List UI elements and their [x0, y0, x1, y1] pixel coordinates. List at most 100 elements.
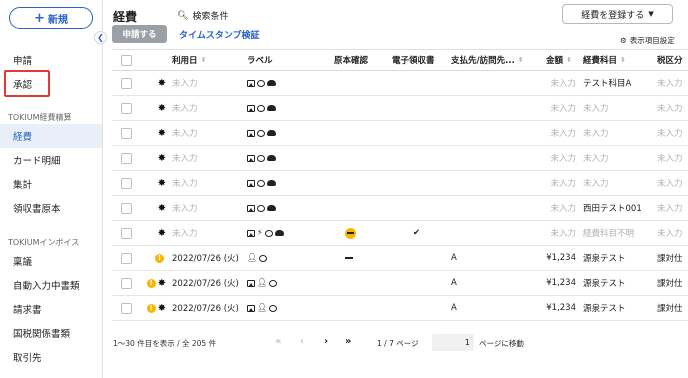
sidebar-item-apply[interactable]: 申請 — [0, 48, 102, 72]
row-status: ✸ — [142, 171, 166, 195]
plus-icon: + — [34, 10, 45, 26]
cloud-icon — [267, 155, 276, 161]
image-icon — [247, 229, 255, 237]
cell-category: 未入力 — [583, 179, 609, 189]
col-original: 原本確認 — [334, 56, 369, 66]
sidebar-item-expense[interactable]: 経費 — [0, 124, 102, 148]
sidebar-item-autoinput[interactable]: 自動入力中書類 — [0, 273, 102, 297]
table-row[interactable]: ! ✸ 2022/07/26 (火) 👤︎ A ¥1,234 源泉テスト 課対仕 — [112, 271, 688, 296]
row-checkbox[interactable] — [121, 127, 132, 139]
cell-labels: 👤︎ — [247, 296, 278, 320]
select-all-checkbox[interactable] — [121, 54, 132, 66]
cell-amount: 未入力 — [550, 79, 576, 89]
row-checkbox[interactable] — [121, 152, 132, 164]
cell-labels — [247, 71, 276, 95]
image-icon — [247, 129, 255, 137]
col-category[interactable]: 経費科目 ⬍ — [583, 50, 626, 70]
row-status: ! ✸ — [142, 296, 166, 320]
row-checkbox[interactable] — [121, 277, 132, 289]
main-content: 経費 🔍︎ 検索条件 経費を登録する ▼ 申請する タイムスタンプ検証 ⚙ 表示… — [104, 0, 688, 378]
cell-tax: 未入力 — [657, 154, 683, 164]
table-row[interactable]: ✸ 未入力 未入力 未入力 未入力 — [112, 96, 688, 121]
comment-icon — [269, 304, 278, 312]
cell-date: 未入力 — [172, 129, 198, 139]
cell-category: 未入力 — [583, 129, 609, 139]
cell-labels — [247, 96, 276, 120]
col-amount[interactable]: 金額 ⬍ — [546, 50, 572, 70]
badge-icon: ✸ — [157, 277, 166, 289]
sidebar-item-summary[interactable]: 集計 — [0, 172, 102, 196]
timestamp-verify-link[interactable]: タイムスタンプ検証 — [179, 28, 260, 41]
cell-payee: A — [451, 253, 457, 263]
page-input[interactable]: 1 — [432, 334, 474, 351]
cell-original — [345, 246, 353, 270]
col-date[interactable]: 利用日 ⬍ — [172, 50, 206, 70]
cell-tax: 未入力 — [657, 229, 683, 239]
image-icon — [247, 179, 255, 187]
warning-icon: ! — [155, 253, 164, 263]
sidebar-item-card[interactable]: カード明細 — [0, 148, 102, 172]
cell-amount: 未入力 — [550, 229, 576, 239]
row-status: ✸ — [142, 196, 166, 220]
cell-amount: 未入力 — [550, 204, 576, 214]
row-checkbox[interactable] — [121, 227, 132, 239]
cell-date: 未入力 — [172, 79, 198, 89]
sidebar-item-vendors[interactable]: 取引先 — [0, 345, 102, 369]
cell-e-receipt: ✔ — [413, 228, 421, 238]
sidebar-item-tax-docs[interactable]: 国税関係書類 — [0, 321, 102, 345]
dash-icon — [345, 257, 353, 259]
row-checkbox[interactable] — [121, 252, 132, 264]
cell-category: 未入力 — [583, 154, 609, 164]
search-label: 検索条件 — [192, 12, 229, 22]
table-row[interactable]: ✸ 未入力 未入力 未入力 未入力 — [112, 121, 688, 146]
badge-icon: ✸ — [157, 227, 166, 239]
register-expense-button[interactable]: 経費を登録する ▼ — [562, 4, 673, 24]
row-checkbox[interactable] — [121, 102, 132, 114]
row-checkbox[interactable] — [121, 177, 132, 189]
comment-icon — [257, 129, 265, 137]
cell-amount: ¥1,234 — [546, 278, 576, 288]
cell-date: 未入力 — [172, 179, 198, 189]
badge-icon: ✸ — [157, 177, 166, 189]
person-icon: 👤︎ — [257, 303, 268, 312]
row-checkbox[interactable] — [121, 202, 132, 214]
next-page-icon[interactable]: › — [324, 336, 328, 347]
table-row[interactable]: ✸ 未入力 未入力 未入力 未入力 — [112, 171, 688, 196]
display-settings-label: 表示項目設定 — [629, 36, 675, 45]
table-row[interactable]: ! 2022/07/26 (火) 👤︎ A ¥1,234 源泉テスト 課対仕 — [112, 246, 688, 271]
row-checkbox[interactable] — [121, 302, 132, 314]
new-button[interactable]: + 新規 — [9, 7, 93, 29]
prev-page-icon[interactable]: ‹ — [300, 336, 304, 347]
goto-page-label: ページに移動 — [479, 339, 524, 348]
cloud-icon — [274, 230, 284, 236]
collapse-sidebar-button[interactable]: ❮ — [94, 31, 107, 44]
table-row[interactable]: ✸ 未入力 ⚡︎ ✔ 未入力 経費科目不明 未入力 — [112, 221, 688, 246]
table-row[interactable]: ✸ 未入力 未入力 西田テスト001 未入力 — [112, 196, 688, 221]
sidebar-item-receipts[interactable]: 領収書原本 — [0, 196, 102, 220]
display-settings[interactable]: ⚙ 表示項目設定 — [620, 35, 675, 46]
row-status: ✸ — [142, 121, 166, 145]
apply-button[interactable]: 申請する — [112, 25, 167, 43]
row-status: ✸ — [142, 71, 166, 95]
last-page-icon[interactable]: » — [345, 336, 351, 347]
sidebar: + 新規 申請 承認 TOKIUM経費精算 経費 カード明細 集計 領収書原本 … — [0, 0, 103, 378]
table-row[interactable]: ✸ 未入力 未入力 テスト科目A 未入力 — [112, 71, 688, 96]
cell-payee: A — [451, 278, 457, 288]
row-checkbox[interactable] — [121, 77, 132, 89]
cell-date: 2022/07/26 (火) — [172, 304, 239, 314]
search-icon: 🔍︎ — [177, 10, 189, 21]
cell-labels — [247, 196, 276, 220]
page-title: 経費 — [113, 10, 138, 24]
first-page-icon[interactable]: « — [275, 336, 281, 347]
cell-amount: 未入力 — [550, 154, 576, 164]
section-heading-expense: TOKIUM経費精算 — [8, 113, 72, 122]
cloud-icon — [267, 180, 276, 186]
sidebar-item-ringi[interactable]: 稟議 — [0, 249, 102, 273]
col-payee[interactable]: 支払先/訪問先... ⬍ — [451, 50, 524, 70]
sidebar-item-invoice[interactable]: 請求書 — [0, 297, 102, 321]
badge-icon: ✸ — [157, 152, 166, 164]
search-conditions[interactable]: 🔍︎ 検索条件 — [177, 9, 229, 23]
table-row[interactable]: ✸ 未入力 未入力 未入力 未入力 — [112, 146, 688, 171]
person-icon: 👤︎ — [247, 253, 258, 262]
table-row[interactable]: ! ✸ 2022/07/26 (火) 👤︎ A ¥1,234 源泉テスト 課対仕 — [112, 296, 688, 321]
